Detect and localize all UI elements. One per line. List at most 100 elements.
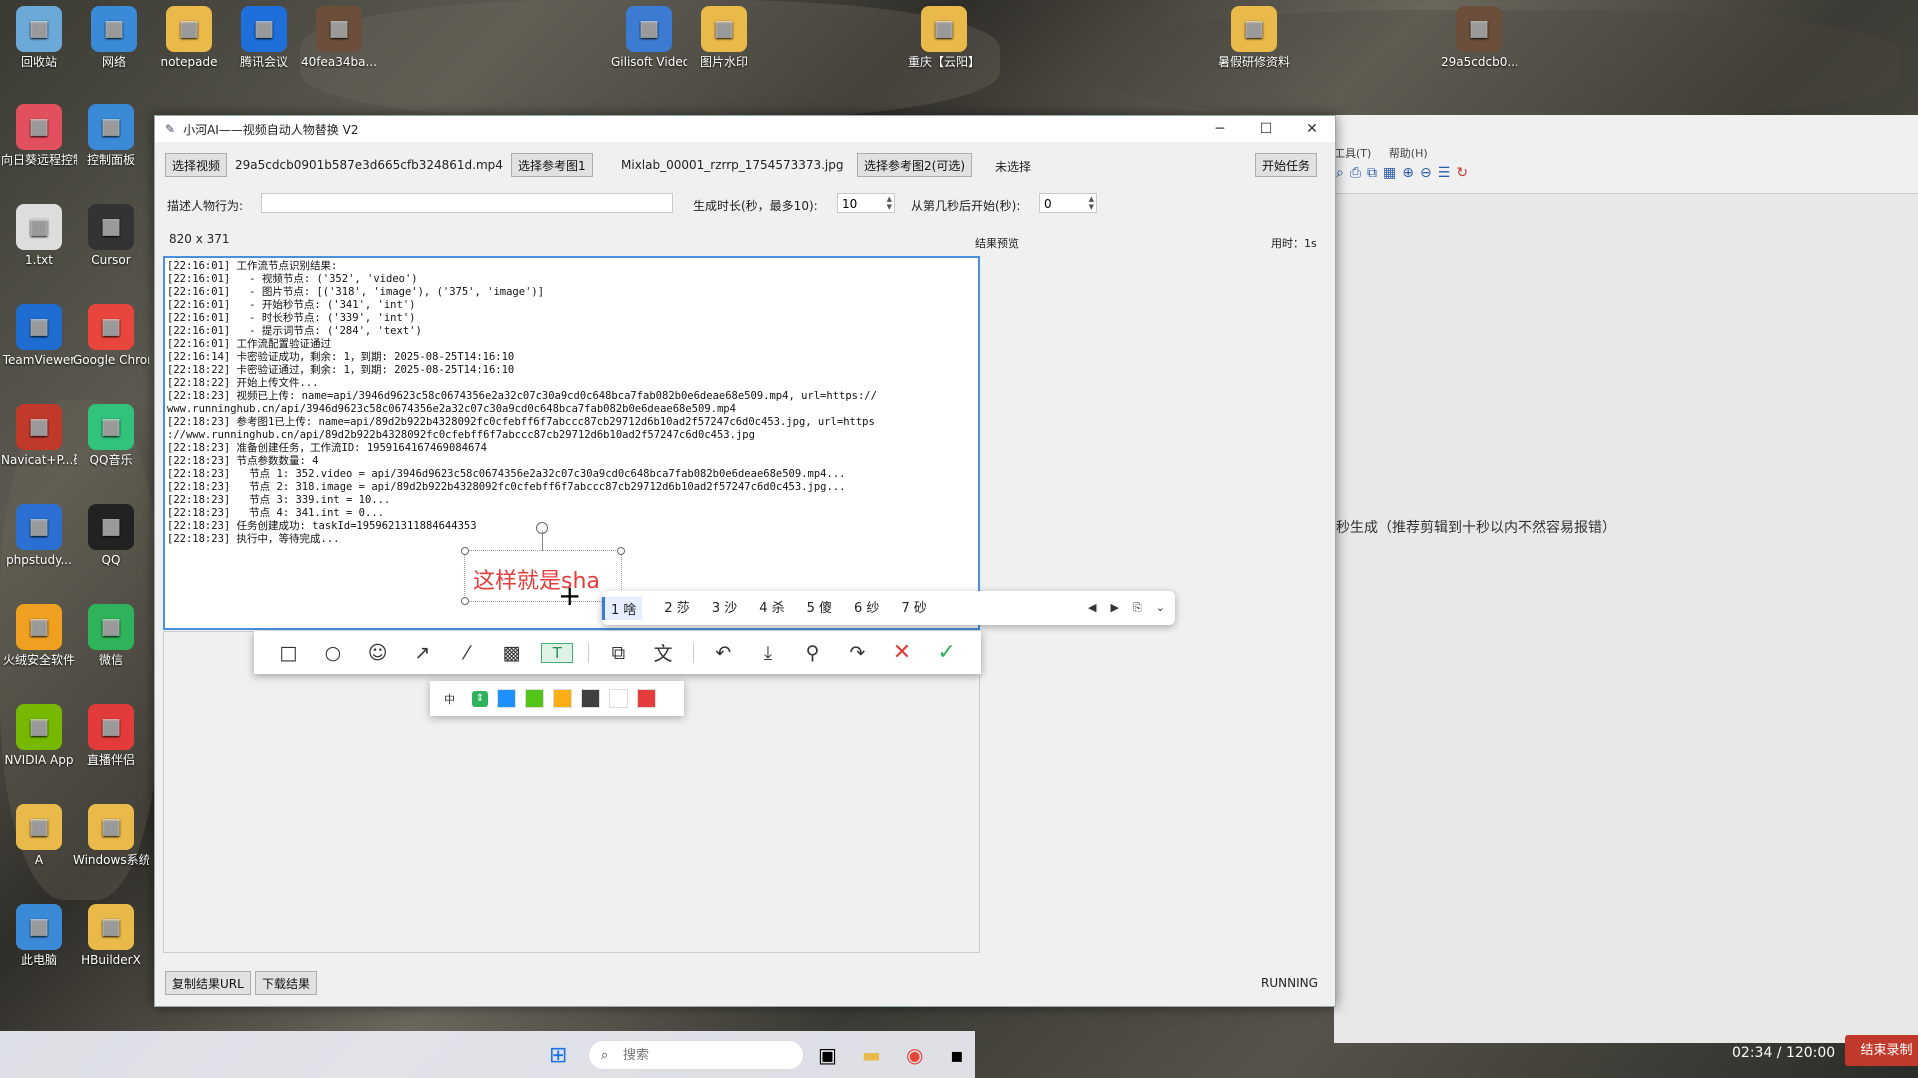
resize-handle[interactable] bbox=[617, 547, 625, 555]
ime-candidate[interactable]: 4 杀 bbox=[759, 597, 784, 620]
taskbar-search[interactable]: ⌕ 搜索 bbox=[588, 1040, 804, 1070]
desktop-icon[interactable]: ■ Cursor bbox=[73, 204, 149, 267]
stepper-arrows-icon[interactable]: ▲ ▼ bbox=[1089, 195, 1094, 211]
desktop-icon[interactable]: ■ 微信 bbox=[73, 604, 149, 667]
menu-help[interactable]: 帮助(H) bbox=[1389, 147, 1428, 160]
desktop-icon[interactable]: ■ 回收站 bbox=[1, 6, 77, 69]
text-annotation-box[interactable]: 这样就是sha bbox=[461, 547, 625, 605]
stop-recording-button[interactable]: 结束录制 bbox=[1845, 1035, 1918, 1066]
list-icon[interactable]: ☰ bbox=[1438, 165, 1451, 189]
text-tool-icon[interactable]: T bbox=[541, 642, 574, 663]
desktop-icon[interactable]: ■ 40fea34ba... bbox=[301, 6, 377, 69]
desktop-icon[interactable]: ■ 图片水印 bbox=[686, 6, 762, 69]
task-view-icon[interactable]: ▣ bbox=[818, 1043, 837, 1067]
desktop-icon[interactable]: ■ phpstudy... bbox=[1, 504, 77, 567]
ime-candidate[interactable]: 3 沙 bbox=[712, 597, 737, 620]
desktop-icon[interactable]: ■ 火绒安全软件 bbox=[1, 604, 77, 667]
maximize-icon[interactable]: ☐ bbox=[1243, 121, 1289, 137]
desktop-icon[interactable]: ■ Gilisoft Video W... bbox=[611, 6, 687, 69]
color-swatch[interactable] bbox=[525, 689, 544, 708]
select-ref2-button[interactable]: 选择参考图2(可选) bbox=[857, 153, 972, 177]
menu-tools[interactable]: 工具(T) bbox=[1334, 147, 1371, 160]
copy-url-button[interactable]: 复制结果URL bbox=[165, 971, 251, 995]
desktop-icon[interactable]: ■ A bbox=[1, 804, 77, 867]
desktop-icon[interactable]: ■ 直播伴侣 bbox=[73, 704, 149, 767]
rectangle-tool-icon[interactable]: □ bbox=[273, 642, 303, 664]
print-icon[interactable]: ⎙ bbox=[1350, 165, 1361, 189]
ocr-text-icon[interactable]: 文 bbox=[648, 639, 678, 666]
desktop-icon[interactable]: ■ 1.txt bbox=[1, 204, 77, 267]
desktop-icon[interactable]: ■ TeamViewer bbox=[1, 304, 77, 367]
ellipse-tool-icon[interactable]: ○ bbox=[318, 642, 348, 664]
toolbar-separator bbox=[692, 642, 694, 663]
find-icon[interactable]: ⌕ bbox=[1336, 165, 1344, 189]
mosaic-tool-icon[interactable]: ▩ bbox=[497, 642, 527, 664]
grid-icon[interactable]: ▦ bbox=[1383, 165, 1396, 189]
prev-page-icon[interactable]: ◀ bbox=[1088, 601, 1096, 615]
next-page-icon[interactable]: ▶ bbox=[1111, 601, 1119, 615]
desktop-icon[interactable]: ■ 腾讯会议 bbox=[226, 6, 302, 69]
confirm-icon[interactable]: ✓ bbox=[932, 640, 962, 665]
desktop-icon[interactable]: ■ notepade bbox=[151, 6, 227, 69]
minimize-icon[interactable]: ─ bbox=[1197, 121, 1243, 137]
desktop-icon[interactable]: ■ Google Chrome bbox=[73, 304, 149, 367]
zoom-in-icon[interactable]: ⊕ bbox=[1402, 165, 1414, 189]
desktop-icon[interactable]: ■ Windows系统ca1b836... bbox=[73, 804, 149, 867]
pin-image-icon[interactable]: ⧉ bbox=[603, 642, 633, 664]
desktop-icon[interactable]: ■ 29a5cdcb0... bbox=[1441, 6, 1517, 69]
desktop-icon[interactable]: ■ HBuilderX bbox=[73, 904, 149, 967]
start-second-stepper[interactable]: 0 ▲ ▼ bbox=[1039, 193, 1097, 213]
desktop-icon[interactable]: ■ 暑假研修资料 bbox=[1216, 6, 1292, 69]
pin-icon[interactable]: ⚲ bbox=[798, 642, 828, 664]
line-tool-icon[interactable]: ⁄ bbox=[452, 642, 482, 664]
close-icon[interactable]: ✕ bbox=[1289, 121, 1335, 137]
desktop-icon[interactable]: ■ 向日葵远程控制 bbox=[1, 104, 77, 167]
describe-label: 描述人物行为: bbox=[167, 199, 244, 213]
desktop-icon[interactable]: ■ NVIDIA App bbox=[1, 704, 77, 767]
download-result-button[interactable]: 下载结果 bbox=[255, 971, 318, 995]
undo-icon[interactable]: ↶ bbox=[708, 642, 738, 664]
stepper-arrows-icon[interactable]: ▲ ▼ bbox=[887, 195, 892, 211]
download-icon[interactable]: ⤓ bbox=[753, 642, 783, 664]
ime-settings-icon[interactable]: ⎘ bbox=[1133, 601, 1142, 615]
duration-stepper[interactable]: 10 ▲ ▼ bbox=[837, 193, 895, 213]
emoji-tool-icon[interactable]: ☺ bbox=[363, 642, 393, 664]
file-explorer-icon[interactable]: ▬ bbox=[862, 1043, 881, 1067]
desktop-icon[interactable]: ■ 控制面板 bbox=[73, 104, 149, 167]
desktop-icon[interactable]: ■ QQ bbox=[73, 504, 149, 567]
size-toggle-icon[interactable]: ⇕ bbox=[472, 690, 488, 707]
color-swatch[interactable] bbox=[609, 689, 628, 708]
share-icon[interactable]: ↷ bbox=[842, 642, 872, 664]
cancel-icon[interactable]: ✕ bbox=[887, 640, 917, 665]
desktop-icon[interactable]: ■ 此电脑 bbox=[1, 904, 77, 967]
describe-input[interactable] bbox=[261, 193, 673, 213]
arrow-tool-icon[interactable]: ↗ bbox=[407, 642, 437, 664]
ime-candidate[interactable]: 5 傻 bbox=[807, 597, 832, 620]
ime-candidate[interactable]: 2 莎 bbox=[664, 597, 689, 620]
desktop-icon[interactable]: ■ 网络 bbox=[76, 6, 152, 69]
select-video-button[interactable]: 选择视频 bbox=[165, 153, 228, 177]
copy-icon[interactable]: ⧉ bbox=[1367, 165, 1377, 189]
select-ref1-button[interactable]: 选择参考图1 bbox=[511, 153, 593, 177]
resize-handle[interactable] bbox=[461, 547, 469, 555]
windows-start-icon[interactable]: ⊞ bbox=[549, 1043, 567, 1068]
desktop-icon[interactable]: ■ Navicat+P...破解绿色版 bbox=[1, 404, 77, 467]
ime-candidate[interactable]: 1 啥 bbox=[602, 596, 643, 620]
chrome-taskbar-icon[interactable]: ◉ bbox=[906, 1043, 923, 1067]
ime-candidate[interactable]: 7 砂 bbox=[901, 597, 926, 620]
refresh-icon[interactable]: ↻ bbox=[1456, 165, 1468, 189]
start-task-button[interactable]: 开始任务 bbox=[1255, 153, 1318, 177]
desktop-icon[interactable]: ■ QQ音乐 bbox=[73, 404, 149, 467]
color-swatch[interactable] bbox=[581, 689, 600, 708]
app-taskbar-icon[interactable]: ▪ bbox=[950, 1043, 964, 1067]
color-swatch[interactable] bbox=[637, 689, 656, 708]
desktop-icon[interactable]: ■ 重庆【云阳】 bbox=[906, 6, 982, 69]
resize-handle[interactable] bbox=[461, 597, 469, 605]
color-swatch[interactable] bbox=[497, 689, 516, 708]
color-swatch[interactable] bbox=[553, 689, 572, 708]
background-window[interactable]: 工具(T) 帮助(H) ⌕ ⎙ ⧉ ▦ ⊕ ⊖ ☰ ↻ 秒生成（推荐剪辑到十秒以… bbox=[1334, 115, 1918, 1043]
font-size-label[interactable]: 中 bbox=[444, 691, 463, 707]
zoom-out-icon[interactable]: ⊖ bbox=[1420, 165, 1432, 189]
expand-candidates-icon[interactable]: ⌄ bbox=[1156, 601, 1165, 615]
ime-candidate[interactable]: 6 纱 bbox=[854, 597, 879, 620]
